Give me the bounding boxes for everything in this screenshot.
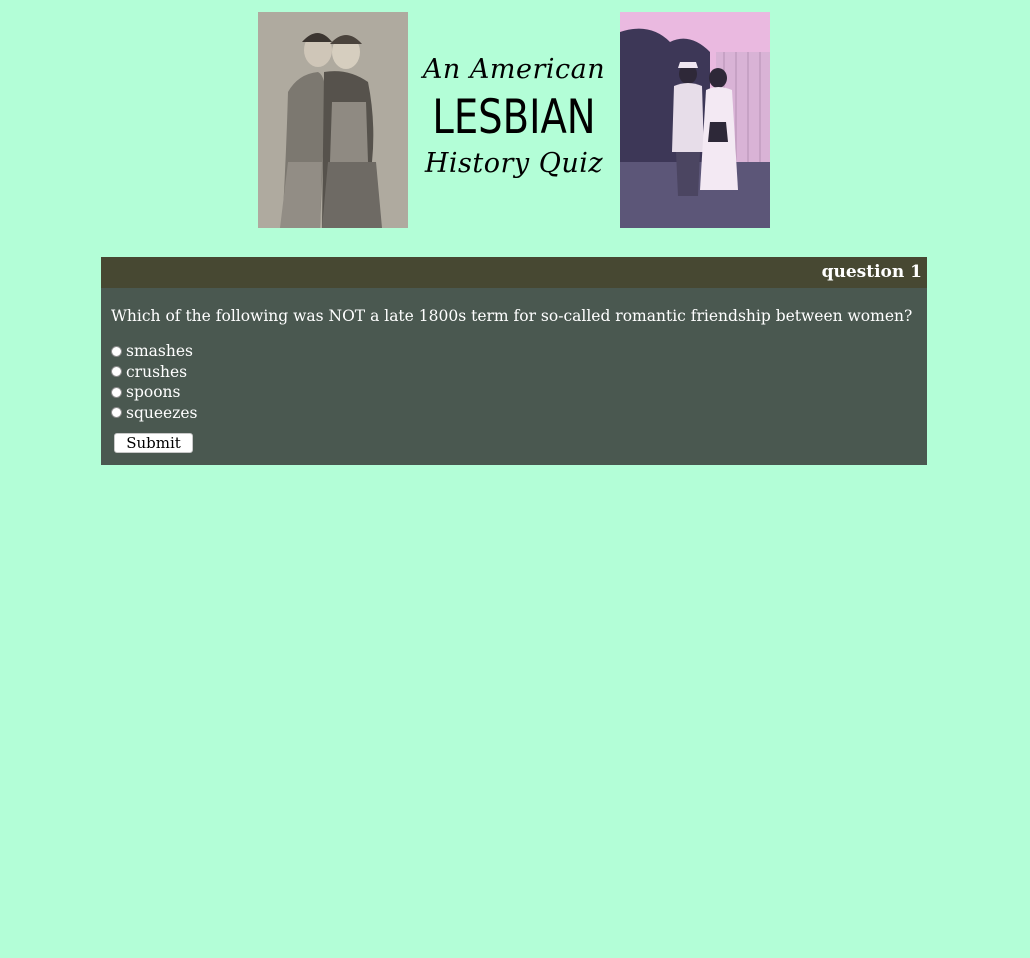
quiz-banner: An American LESBIAN History Quiz — [258, 12, 770, 228]
answer-options: smashes crushes spoons squeezes — [111, 341, 198, 423]
left-photo — [258, 12, 408, 228]
submit-button[interactable]: Submit — [114, 433, 193, 453]
answer-label: squeezes — [126, 403, 198, 422]
answer-option-smashes[interactable]: smashes — [111, 341, 198, 362]
right-photo — [620, 12, 770, 228]
quiz-title: An American LESBIAN History Quiz — [410, 12, 618, 228]
left-photo-image — [258, 12, 408, 228]
question-text: Which of the following was NOT a late 18… — [111, 307, 913, 325]
radio-button[interactable] — [111, 345, 122, 357]
answer-option-squeezes[interactable]: squeezes — [111, 403, 198, 424]
title-an-american: An American — [422, 54, 606, 85]
radio-button[interactable] — [111, 386, 122, 398]
answer-label: smashes — [126, 342, 193, 361]
question-panel: question 1 Which of the following was NO… — [101, 257, 927, 465]
question-number: question 1 — [821, 262, 922, 282]
answer-option-crushes[interactable]: crushes — [111, 362, 198, 383]
title-lesbian: LESBIAN — [432, 90, 596, 145]
answer-label: spoons — [126, 383, 181, 402]
radio-button[interactable] — [111, 366, 122, 378]
answer-option-spoons[interactable]: spoons — [111, 382, 198, 403]
answer-label: crushes — [126, 362, 188, 381]
radio-button[interactable] — [111, 407, 122, 419]
title-history-quiz: History Quiz — [424, 148, 604, 179]
question-header-bar: question 1 — [101, 257, 927, 288]
right-photo-image — [620, 12, 770, 228]
